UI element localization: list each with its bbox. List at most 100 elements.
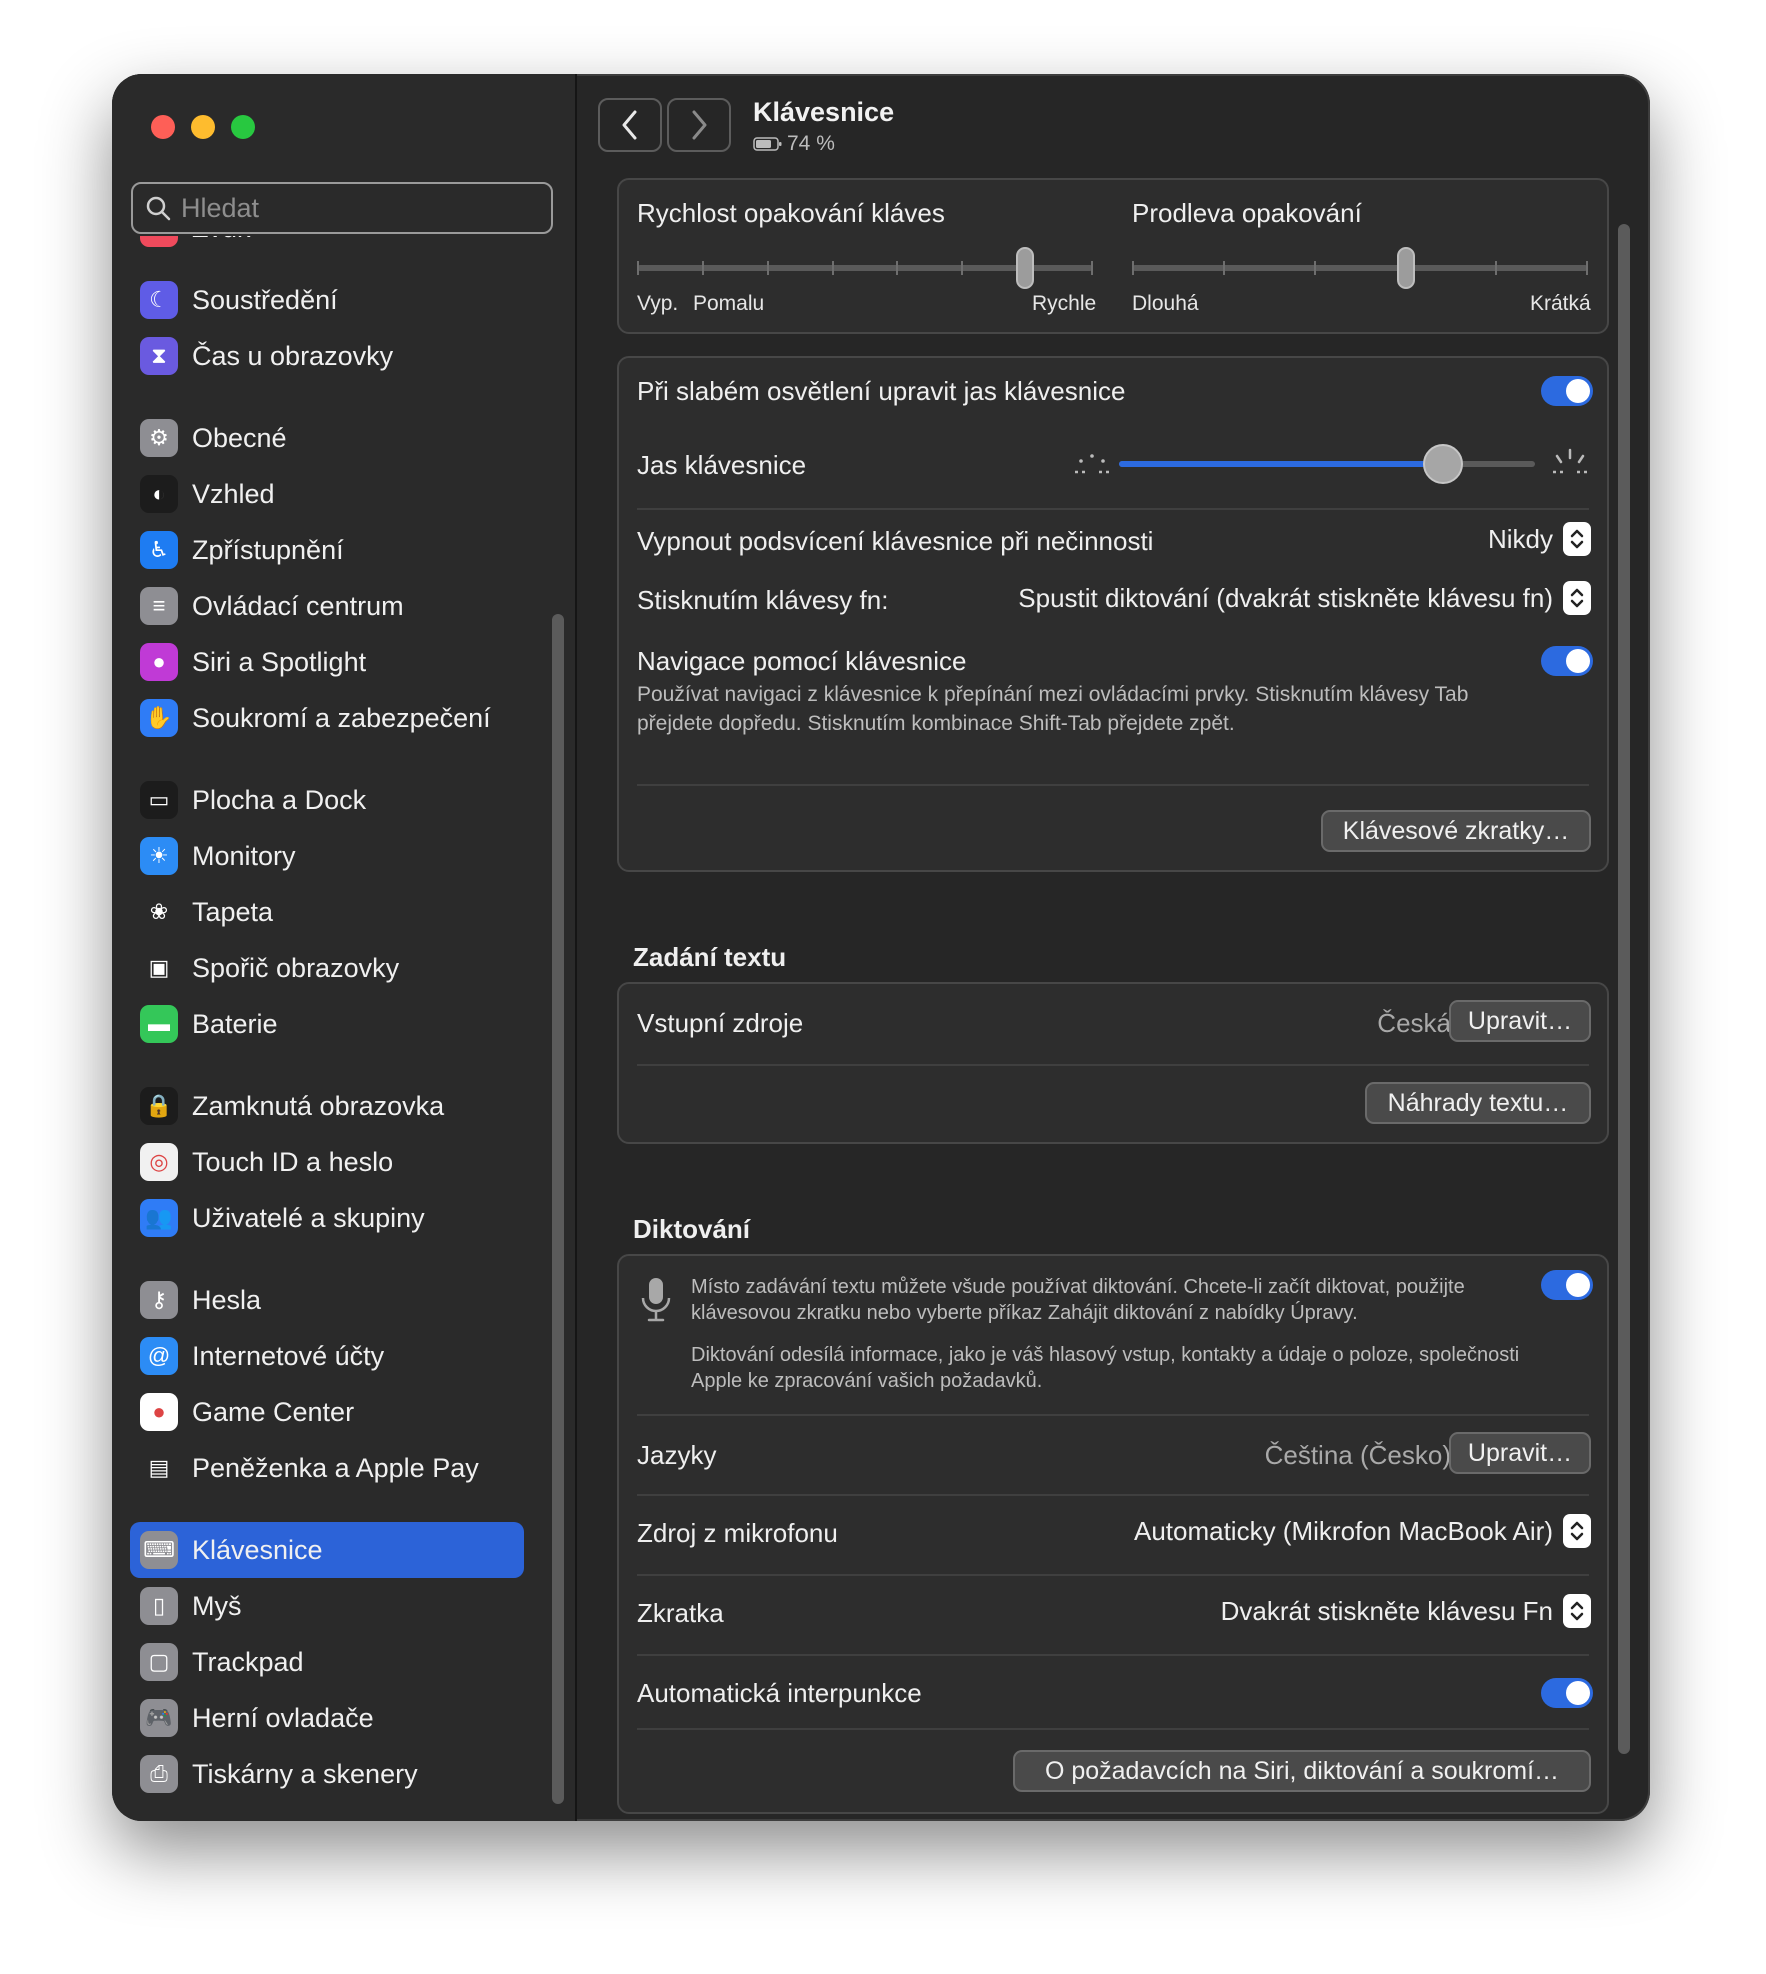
- text-input-section-title: Zadání textu: [633, 942, 787, 972]
- sidebar-item[interactable]: ▭ Plocha a Dock: [130, 772, 524, 828]
- slider-knob[interactable]: [1423, 444, 1464, 484]
- sidebar-item[interactable]: ⎙ Tiskárny a skenery: [130, 1746, 524, 1802]
- shortcut-popup[interactable]: Dvakrát stiskněte klávesu Fn: [1221, 1594, 1591, 1628]
- battery-icon: [753, 137, 782, 151]
- dictation-card: Místo zadávání textu můžete všude použív…: [617, 1254, 1609, 1814]
- zoom-window-button[interactable]: [231, 115, 255, 139]
- search-input[interactable]: [179, 191, 523, 225]
- sidebar-item[interactable]: ▣ Spořič obrazovky: [130, 940, 524, 996]
- keyboard-shortcuts-button[interactable]: Klávesové zkratky…: [1321, 810, 1591, 852]
- sidebar-item-label: Zamknutá obrazovka: [192, 1090, 445, 1121]
- auto-brightness-toggle[interactable]: [1541, 376, 1593, 406]
- fn-key-value: Spustit diktování (dvakrát stiskněte klá…: [1018, 582, 1553, 613]
- shortcut-label: Zkratka: [637, 1598, 724, 1628]
- key-icon: ⚷: [140, 1281, 178, 1319]
- forward-button[interactable]: [667, 98, 731, 152]
- repeat-delay-slider[interactable]: [1132, 246, 1588, 290]
- fn-key-popup[interactable]: Spustit diktování (dvakrát stiskněte klá…: [1018, 581, 1591, 615]
- gear-icon: ⚙: [140, 419, 178, 457]
- sidebar-item[interactable]: ☀ Monitory: [130, 828, 524, 884]
- back-button[interactable]: [598, 98, 662, 152]
- backlight-card: Při slabém osvětlení upravit jas klávesn…: [617, 356, 1609, 872]
- trackpad-icon: ▢: [140, 1643, 178, 1681]
- dictation-toggle[interactable]: [1541, 1270, 1593, 1300]
- sidebar-item[interactable]: ⚙ Obecné: [130, 410, 524, 466]
- separator: [637, 508, 1589, 510]
- sidebar-item[interactable]: ▯ Myš: [130, 1578, 524, 1634]
- keyboard-nav-toggle[interactable]: [1541, 646, 1593, 676]
- sidebar-item[interactable]: ♿ Zpřístupnění: [130, 522, 524, 578]
- sidebar-item[interactable]: @ Internetové účty: [130, 1328, 524, 1384]
- sidebar-item[interactable]: ♪ Zvuk: [130, 236, 524, 256]
- hand-icon: ✋: [140, 699, 178, 737]
- sidebar-item[interactable]: 🔒 Zamknutá obrazovka: [130, 1078, 524, 1134]
- sidebar: ♪ Zvuk ☾ Soustředění ⧗ Čas u obrazovky ⚙ Obecné…: [112, 74, 577, 1821]
- slider-tick: [1495, 261, 1498, 275]
- control-center-icon: ≡: [140, 587, 178, 625]
- sidebar-item[interactable]: ▤ Peněženka a Apple Pay: [130, 1440, 524, 1496]
- search-icon: [146, 196, 171, 221]
- updown-icon: [1563, 581, 1591, 615]
- auto-brightness-label: Při slabém osvětlení upravit jas klávesn…: [637, 376, 1126, 406]
- sidebar-item[interactable]: ◎ Touch ID a heslo: [130, 1134, 524, 1190]
- sidebar-item[interactable]: ✋ Soukromí a zabezpečení: [130, 690, 524, 746]
- input-sources-value: Česká: [1377, 1008, 1451, 1038]
- slider-knob[interactable]: [1396, 247, 1415, 289]
- sidebar-item[interactable]: 🎮 Herní ovladače: [130, 1690, 524, 1746]
- sidebar-item[interactable]: ▬ Baterie: [130, 996, 524, 1052]
- keyboard-icon: ⌨: [140, 1531, 178, 1569]
- settings-window: ♪ Zvuk ☾ Soustředění ⧗ Čas u obrazovky ⚙ Obecné…: [112, 74, 1650, 1821]
- sidebar-scrollbar[interactable]: [552, 614, 564, 1804]
- sidebar-item[interactable]: ● Game Center: [130, 1384, 524, 1440]
- sidebar-item[interactable]: ▢ Trackpad: [130, 1634, 524, 1690]
- mic-source-popup[interactable]: Automaticky (Mikrofon MacBook Air): [1134, 1514, 1591, 1548]
- search-field[interactable]: [131, 182, 553, 234]
- sidebar-item[interactable]: ☾ Soustředění: [130, 272, 524, 328]
- dictation-description: Místo zadávání textu můžete všude použív…: [691, 1276, 1465, 1324]
- text-replacements-button[interactable]: Náhrady textu…: [1365, 1082, 1591, 1124]
- sidebar-item[interactable]: ◐ Vzhled: [130, 466, 524, 522]
- sidebar-item-label: Plocha a Dock: [192, 784, 367, 815]
- sidebar-item[interactable]: ⧗ Čas u obrazovky: [130, 328, 524, 384]
- sidebar-item-label: Ovládací centrum: [192, 590, 404, 621]
- idle-off-value: Nikdy: [1487, 523, 1553, 554]
- delay-long-label: Dlouhá: [1132, 292, 1199, 315]
- keyboard-brightness-slider[interactable]: [1119, 442, 1535, 486]
- separator: [637, 1064, 1589, 1066]
- languages-edit-button[interactable]: Upravit…: [1449, 1432, 1591, 1474]
- slider-tick: [766, 261, 769, 275]
- sidebar-item-label: Trackpad: [192, 1646, 304, 1677]
- sidebar-item[interactable]: ⚷ Hesla: [130, 1272, 524, 1328]
- separator: [637, 1414, 1589, 1416]
- sidebar-list: ♪ Zvuk ☾ Soustředění ⧗ Čas u obrazovky ⚙ Obecné…: [112, 236, 555, 1821]
- sidebar-item-label: Soukromí a zabezpečení: [192, 702, 491, 733]
- input-sources-edit-button[interactable]: Upravit…: [1449, 1000, 1591, 1042]
- idle-off-popup[interactable]: Nikdy: [1488, 522, 1591, 556]
- rate-off-label: Vyp.: [637, 292, 679, 315]
- slider-tick: [701, 261, 704, 275]
- languages-label: Jazyky: [637, 1440, 717, 1470]
- sidebar-item[interactable]: ⌨ Klávesnice: [130, 1522, 524, 1578]
- sidebar-item[interactable]: ≡ Ovládací centrum: [130, 578, 524, 634]
- slider-knob[interactable]: [1015, 247, 1034, 289]
- fn-key-label: Stisknutím klávesy fn:: [637, 585, 889, 615]
- siri-privacy-button[interactable]: O požadavcích na Siri, diktování a soukr…: [1013, 1750, 1591, 1792]
- battery-status: 74 %: [753, 132, 835, 156]
- updown-icon: [1563, 522, 1591, 556]
- sidebar-item[interactable]: 👥 Uživatelé a skupiny: [130, 1190, 524, 1246]
- mic-source-value: Automaticky (Mikrofon MacBook Air): [1133, 1515, 1553, 1546]
- auto-punctuation-toggle[interactable]: [1541, 1678, 1593, 1708]
- printer-icon: ⎙: [140, 1755, 178, 1793]
- content-scrollbar[interactable]: [1618, 224, 1630, 1754]
- dictation-section-title: Diktování: [633, 1214, 751, 1244]
- sidebar-item[interactable]: ❀ Tapeta: [130, 884, 524, 940]
- close-window-button[interactable]: [151, 115, 175, 139]
- updown-icon: [1563, 1514, 1591, 1548]
- moon-icon: ☾: [140, 281, 178, 319]
- repeat-rate-slider[interactable]: [637, 246, 1093, 290]
- battery-percent: 74 %: [787, 132, 835, 155]
- updown-icon: [1563, 1594, 1591, 1628]
- minimize-window-button[interactable]: [191, 115, 215, 139]
- slider-tick: [831, 261, 834, 275]
- sidebar-item[interactable]: ● Siri a Spotlight: [130, 634, 524, 690]
